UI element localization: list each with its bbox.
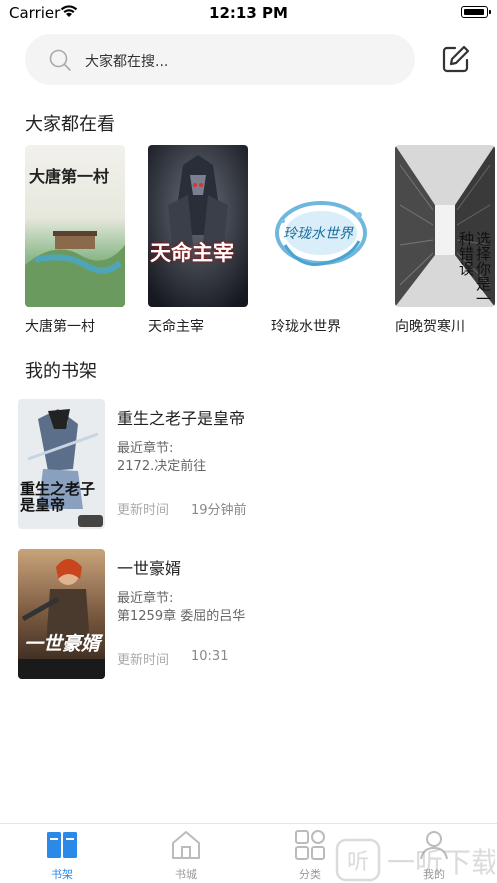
hot-book-item[interactable]: 选择你是一种错误 向晚贺寒川	[395, 145, 495, 336]
cover-title: 重生之老子是皇帝	[20, 480, 96, 514]
update-time-value: 10:31	[191, 649, 229, 664]
hot-book-name: 大唐第一村	[25, 319, 95, 335]
search-input[interactable]: 大家都在搜...	[25, 34, 415, 85]
latest-chapter-name: 第1259章 委屈的吕华	[117, 609, 246, 624]
hot-book-name: 天命主宰	[148, 319, 204, 335]
watermark-logo: 听 一听下载	[335, 838, 495, 882]
shelf-book-title: 重生之老子是皇帝	[117, 409, 246, 428]
shelf-book-item[interactable]: 重生之老子是皇帝 重生之老子是皇帝 最近章节: 2172.决定前往 更新时间 1…	[18, 399, 478, 531]
update-time-value: 19分钟前	[191, 503, 247, 518]
bookshelf-icon	[47, 832, 77, 858]
book-cover[interactable]: 玲珑水世界	[271, 145, 371, 307]
shelf-book-item[interactable]: 一世豪婿 一世豪婿 最近章节: 第1259章 委屈的吕华 更新时间 10:31	[18, 549, 478, 681]
latest-chapter-label: 最近章节:	[117, 441, 174, 456]
tab-label: 书架	[51, 868, 73, 881]
tab-label: 分类	[299, 868, 321, 881]
cover-title: 选择你是一种错误	[457, 231, 492, 306]
svg-text:听: 听	[347, 850, 369, 875]
update-time-label: 更新时间	[117, 653, 170, 668]
cover-title: 大唐第一村	[29, 167, 110, 186]
book-cover[interactable]: 大唐第一村	[25, 145, 125, 307]
shelf-book-title: 一世豪婿	[117, 559, 182, 578]
latest-chapter-label: 最近章节:	[117, 591, 174, 606]
book-cover[interactable]: 选择你是一种错误	[395, 145, 495, 307]
latest-chapter-name: 2172.决定前往	[117, 459, 207, 474]
house-icon	[172, 831, 200, 859]
hot-book-item[interactable]: 天命主宰 天命主宰	[148, 145, 248, 336]
update-time-label: 更新时间	[117, 503, 170, 518]
clock: 12:13 PM	[209, 4, 288, 22]
tab-bookstore[interactable]: 书城	[156, 828, 216, 883]
search-placeholder: 大家都在搜...	[85, 54, 169, 70]
svg-text:一听下载: 一听下载	[387, 846, 495, 879]
status-bar: Carrier 12:13 PM	[0, 0, 497, 26]
edit-icon[interactable]	[440, 43, 472, 75]
tab-category[interactable]: 分类	[280, 828, 340, 883]
tab-label: 书城	[175, 868, 197, 881]
book-cover[interactable]: 一世豪婿	[18, 549, 105, 679]
cover-title: 一世豪婿	[24, 633, 101, 655]
shelf-section-title: 我的书架	[25, 361, 97, 382]
book-cover[interactable]: 天命主宰	[148, 145, 248, 307]
cover-title: 玲珑水世界	[283, 226, 353, 242]
hot-section-title: 大家都在看	[25, 114, 115, 135]
hot-book-item[interactable]: 玲珑水世界 玲珑水世界	[271, 145, 371, 336]
search-icon	[49, 49, 71, 71]
hot-book-name: 玲珑水世界	[271, 319, 341, 335]
grid-icon	[295, 830, 325, 860]
tab-bookshelf[interactable]: 书架	[32, 828, 92, 883]
book-cover[interactable]: 重生之老子是皇帝	[18, 399, 105, 529]
hot-book-name: 向晚贺寒川	[395, 319, 465, 335]
hot-book-item[interactable]: 大唐第一村 大唐第一村	[25, 145, 125, 336]
cover-title: 天命主宰	[150, 240, 234, 265]
battery-icon	[461, 6, 491, 18]
